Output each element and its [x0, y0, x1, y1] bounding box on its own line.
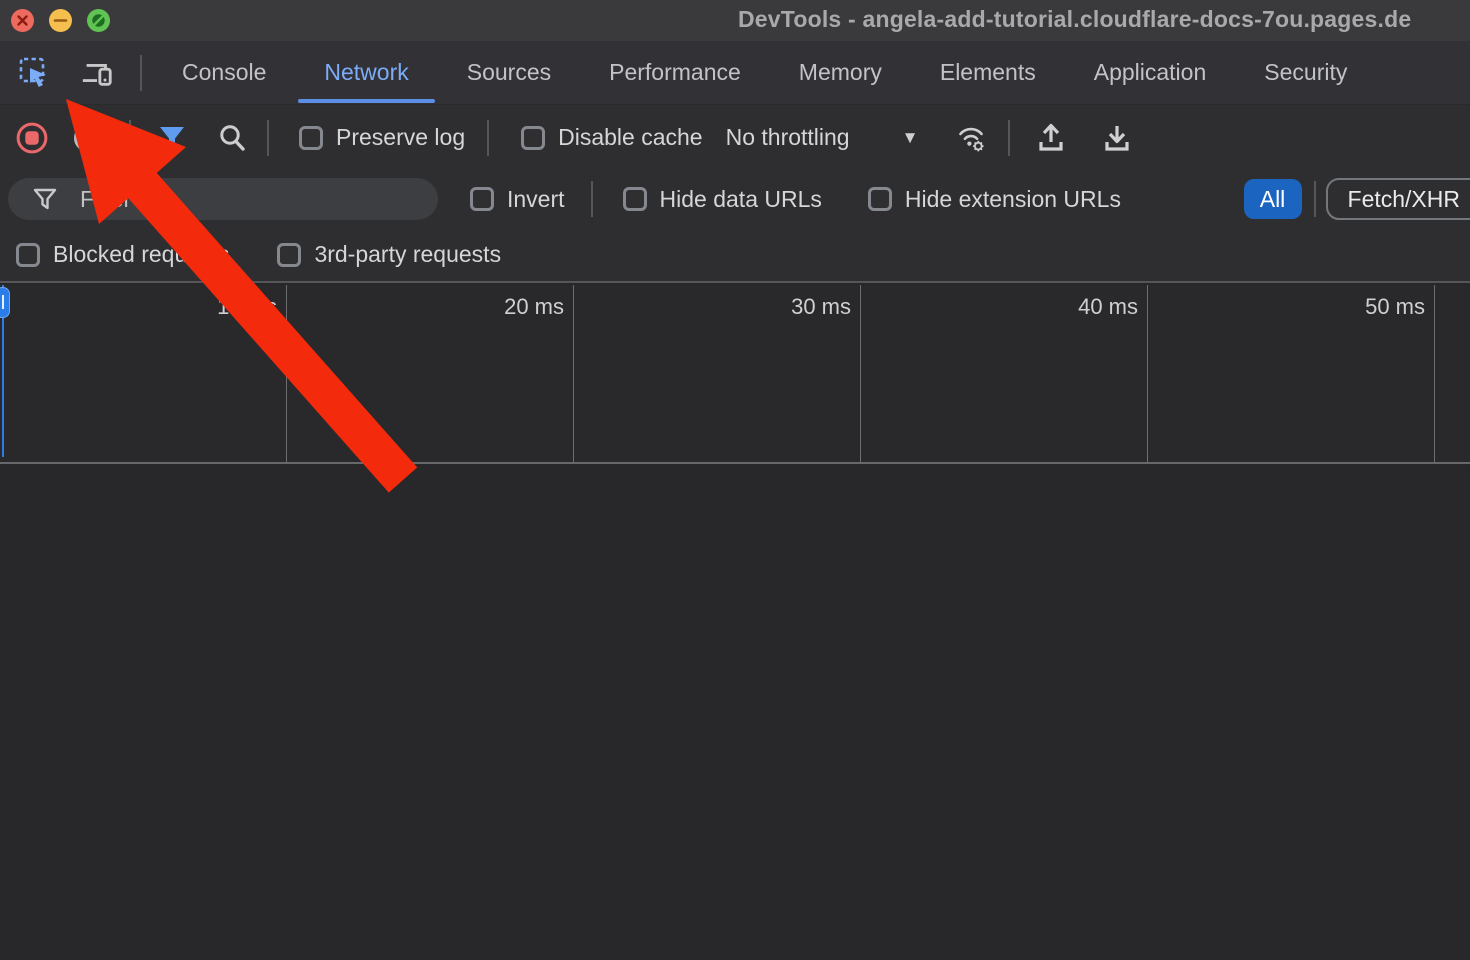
blocked-requests-checkbox[interactable]: [16, 243, 40, 267]
filter-separator: [591, 181, 593, 217]
timeline-tick-label: 10 ms: [217, 294, 277, 320]
filter-separator: [1314, 181, 1316, 217]
disable-cache-label: Disable cache: [558, 124, 702, 151]
network-conditions-icon[interactable]: [954, 121, 988, 155]
clear-icon[interactable]: [71, 121, 105, 155]
network-filter-bar-2: Blocked requests 3rd-party requests: [0, 228, 1470, 283]
devtools-tabbar: Console Network Sources Performance Memo…: [0, 41, 1470, 105]
filter-fetch-xhr-button[interactable]: Fetch/XHR: [1326, 178, 1470, 220]
tab-console[interactable]: Console: [180, 41, 268, 104]
network-request-list-empty: Recordi Perform a request: [0, 466, 1470, 960]
tabbar-separator: [140, 55, 142, 91]
toolbar-separator: [267, 120, 269, 156]
export-har-icon[interactable]: [1100, 121, 1134, 155]
toolbar-separator: [129, 120, 131, 156]
throttling-dropdown[interactable]: No throttling ▼: [726, 124, 919, 151]
network-overview-timeline[interactable]: 10 ms 20 ms 30 ms 40 ms 50 ms: [0, 285, 1470, 464]
timeline-column: 10 ms: [0, 285, 287, 462]
timeline-column: 30 ms: [574, 285, 861, 462]
panel-tabs: Console Network Sources Performance Memo…: [180, 41, 1349, 104]
invert-checkbox[interactable]: [470, 187, 494, 211]
hide-extension-urls-checkbox[interactable]: [868, 187, 892, 211]
blocked-requests-label: Blocked requests: [53, 241, 229, 268]
minimize-icon[interactable]: [49, 9, 72, 32]
disable-cache-checkbox[interactable]: [521, 126, 545, 150]
network-filter-bar: Invert Hide data URLs Hide extension URL…: [0, 170, 1470, 228]
timeline-tick-label: 50 ms: [1365, 294, 1425, 320]
device-toolbar-icon[interactable]: [80, 56, 114, 90]
third-party-requests-label: 3rd-party requests: [314, 241, 501, 268]
close-icon[interactable]: [11, 9, 34, 32]
tab-network[interactable]: Network: [322, 41, 410, 104]
filter-input-container[interactable]: [8, 178, 438, 220]
tab-security[interactable]: Security: [1262, 41, 1349, 104]
filter-all-button[interactable]: All: [1244, 179, 1302, 219]
third-party-requests-checkbox[interactable]: [277, 243, 301, 267]
tab-memory[interactable]: Memory: [797, 41, 884, 104]
chevron-down-icon: ▼: [902, 128, 919, 148]
search-icon[interactable]: [215, 121, 249, 155]
window-title: DevTools - angela-add-tutorial.cloudflar…: [738, 6, 1411, 33]
tab-application[interactable]: Application: [1092, 41, 1209, 104]
hide-data-urls-checkbox[interactable]: [623, 187, 647, 211]
timeline-column: 50 ms: [1148, 285, 1435, 462]
filter-funnel-icon[interactable]: [155, 121, 189, 155]
hide-extension-urls-label: Hide extension URLs: [905, 186, 1121, 213]
record-stop-icon[interactable]: [15, 121, 49, 155]
inspect-cursor-icon[interactable]: [18, 56, 52, 90]
preserve-log-label: Preserve log: [336, 124, 465, 151]
preserve-log-checkbox[interactable]: [299, 126, 323, 150]
toolbar-separator: [1008, 120, 1010, 156]
tab-sources[interactable]: Sources: [465, 41, 553, 104]
overview-left-handle[interactable]: [0, 287, 10, 318]
filter-funnel-small-icon: [32, 186, 58, 212]
hide-data-urls-label: Hide data URLs: [660, 186, 822, 213]
invert-label: Invert: [507, 186, 565, 213]
timeline-column: [1435, 285, 1470, 462]
import-har-icon[interactable]: [1034, 121, 1068, 155]
traffic-lights: [0, 9, 110, 32]
timeline-tick-label: 30 ms: [791, 294, 851, 320]
throttling-value: No throttling: [726, 124, 850, 151]
zoom-icon[interactable]: [87, 9, 110, 32]
tab-elements[interactable]: Elements: [938, 41, 1038, 104]
timeline-tick-label: 40 ms: [1078, 294, 1138, 320]
timeline-column: 20 ms: [287, 285, 574, 462]
window-titlebar: DevTools - angela-add-tutorial.cloudflar…: [0, 0, 1470, 41]
timeline-column: 40 ms: [861, 285, 1148, 462]
network-toolbar: Preserve log Disable cache No throttling…: [0, 105, 1470, 170]
tab-performance[interactable]: Performance: [607, 41, 743, 104]
toolbar-separator: [487, 120, 489, 156]
filter-input[interactable]: [80, 186, 400, 213]
timeline-tick-label: 20 ms: [504, 294, 564, 320]
